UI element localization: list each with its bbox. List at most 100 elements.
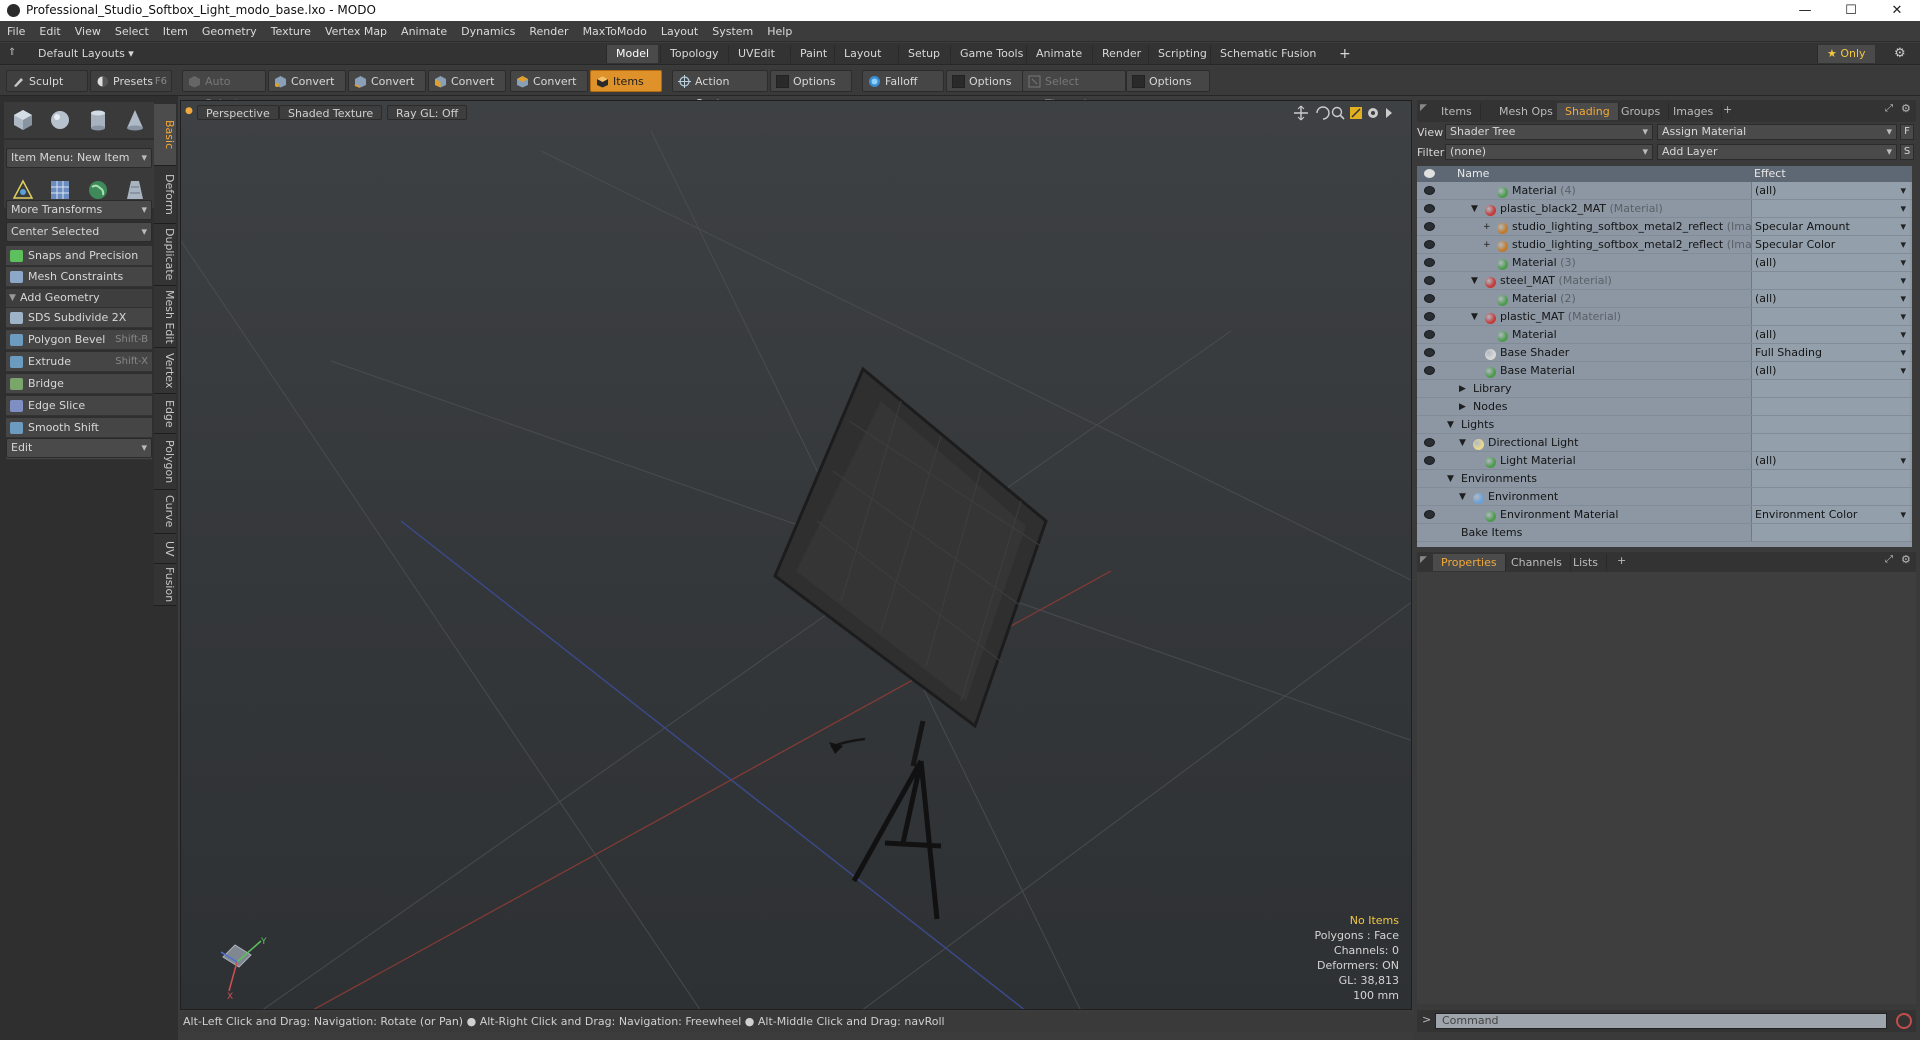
vtab-fusion[interactable]: Fusion (154, 564, 176, 606)
effect-cell[interactable]: Environment Color (1751, 506, 1910, 524)
tool-edge-slice[interactable]: Edge Slice (6, 396, 152, 416)
effect-cell[interactable]: (all) (1751, 182, 1910, 200)
tool-sds-subdivide-2x[interactable]: SDS Subdivide 2X (6, 308, 152, 328)
visibility-eye-icon[interactable] (1424, 186, 1435, 195)
panel-gear-icon[interactable]: ⚙ (1901, 102, 1911, 115)
shader-tree-row[interactable]: Base Material (all) (1417, 362, 1912, 380)
shader-tree-row[interactable]: Material (4) (all) (1417, 182, 1912, 200)
expand-toggle-icon[interactable]: ▼ (1471, 272, 1478, 290)
shader-tree-row[interactable]: ▼ plastic_MAT (Material) (1417, 308, 1912, 326)
effect-cell[interactable]: Specular Color (1751, 236, 1910, 254)
visibility-eye-icon[interactable] (1424, 312, 1435, 321)
convert-button-4[interactable]: Convert (510, 70, 588, 92)
layout-tab-render[interactable]: Render (1092, 45, 1150, 63)
shader-tree[interactable]: Name Effect Material (4) (all) ▼ plastic_bl… (1417, 166, 1912, 547)
layout-tab-layout[interactable]: Layout (834, 45, 890, 63)
tool-smooth-shift[interactable]: Smooth Shift (6, 418, 152, 438)
panel-menu-icon[interactable]: ◤ (1420, 103, 1427, 113)
shader-tree-row[interactable]: ▼ Environments (1417, 470, 1912, 488)
expand-toggle-icon[interactable]: ▼ (1459, 488, 1466, 506)
menu-vertex-map[interactable]: Vertex Map (318, 21, 394, 42)
transform-icon[interactable] (11, 178, 35, 202)
visibility-eye-icon[interactable] (1424, 276, 1435, 285)
close-button[interactable]: ✕ (1874, 0, 1920, 21)
layout-tab-scripting[interactable]: Scripting (1148, 45, 1216, 63)
effect-cell[interactable]: Full Shading (1751, 344, 1910, 362)
maximize-button[interactable]: ☐ (1828, 0, 1874, 21)
shader-tree-row[interactable]: Bake Items (1417, 524, 1912, 542)
options-button-3[interactable]: Options (1126, 70, 1210, 92)
command-input[interactable]: Command (1435, 1013, 1887, 1029)
shader-tree-row[interactable]: ▼ plastic_black2_MAT (Material) (1417, 200, 1912, 218)
right-tab-groups[interactable]: Groups (1613, 103, 1670, 120)
menu-view[interactable]: View (68, 21, 108, 42)
expand-toggle-icon[interactable]: + (1483, 236, 1491, 254)
vtab-curve[interactable]: Curve (154, 490, 176, 534)
layout-tab-setup[interactable]: Setup (898, 45, 949, 63)
shader-tree-row[interactable]: ▼ Directional Light (1417, 434, 1912, 452)
layout-tab-animate[interactable]: Animate (1026, 45, 1091, 63)
convert-button-1[interactable]: Convert (268, 70, 346, 92)
softbox-model[interactable] (773, 366, 1048, 920)
layout-arrow-icon[interactable]: ⇑ (8, 47, 16, 58)
options-button-1[interactable]: Options (770, 70, 852, 92)
globe-icon[interactable] (86, 178, 110, 202)
add-layer-select[interactable]: Add Layer (1657, 144, 1897, 160)
shader-tree-row[interactable]: ▼ Lights (1417, 416, 1912, 434)
layout-tab-schematic-fusion[interactable]: Schematic Fusion (1210, 45, 1325, 63)
shader-tree-row[interactable]: Material (2) (all) (1417, 290, 1912, 308)
props-gear-icon[interactable]: ⚙ (1901, 553, 1911, 566)
shader-tree-row[interactable]: + studio_lighting_softbox_metal2_reflect … (1417, 236, 1912, 254)
menu-texture[interactable]: Texture (264, 21, 318, 42)
f-key-button[interactable]: F (1900, 124, 1914, 140)
menu-file[interactable]: File (0, 21, 32, 42)
effect-cell[interactable]: (all) (1751, 254, 1910, 272)
props-tab-properties[interactable]: Properties (1433, 554, 1506, 571)
menu-maxtomodo[interactable]: MaxToModo (576, 21, 654, 42)
menu-animate[interactable]: Animate (394, 21, 454, 42)
cylinder-primitive-icon[interactable] (86, 108, 110, 132)
expand-toggle-icon[interactable]: ▼ (1459, 434, 1466, 452)
add-props-tab-button[interactable]: + (1617, 554, 1626, 567)
minimize-button[interactable]: — (1782, 0, 1828, 21)
menu-layout[interactable]: Layout (654, 21, 705, 42)
s-key-button[interactable]: S (1900, 144, 1914, 160)
lathe-icon[interactable] (123, 178, 147, 202)
shader-tree-row[interactable]: ▶ Library (1417, 380, 1912, 398)
add-layout-tab-button[interactable]: + (1330, 45, 1360, 63)
vtab-uv[interactable]: UV (154, 534, 176, 564)
effect-cell[interactable] (1751, 200, 1910, 218)
menu-help[interactable]: Help (760, 21, 799, 42)
tool-extrude[interactable]: Extrude Shift-X (6, 352, 152, 372)
visibility-eye-icon[interactable] (1424, 222, 1435, 231)
visibility-eye-icon[interactable] (1424, 294, 1435, 303)
vtab-mesh-edit[interactable]: Mesh Edit (154, 286, 176, 348)
assign-material-button[interactable]: Assign Material (1657, 124, 1897, 140)
effect-cell[interactable]: Specular Amount (1751, 218, 1910, 236)
menu-render[interactable]: Render (522, 21, 575, 42)
shader-tree-row[interactable]: Light Material (all) (1417, 452, 1912, 470)
add-geometry-header[interactable]: ▼ Add Geometry (6, 289, 152, 307)
effect-cell[interactable]: (all) (1751, 362, 1910, 380)
falloff-button[interactable]: Falloff (862, 70, 944, 92)
expand-toggle-icon[interactable]: ▼ (1471, 308, 1478, 326)
visibility-eye-icon[interactable] (1424, 330, 1435, 339)
action-center-button[interactable]: Action Center (672, 70, 768, 110)
layout-tab-model[interactable]: Model (606, 45, 659, 63)
menu-item[interactable]: Item (156, 21, 195, 42)
effect-cell[interactable] (1751, 272, 1910, 290)
effect-cell[interactable] (1751, 308, 1910, 326)
expand-toggle-icon[interactable]: ▼ (1447, 470, 1454, 488)
name-column-header[interactable]: Name (1457, 166, 1489, 182)
convert-button-3[interactable]: Convert (428, 70, 506, 92)
vtab-edge[interactable]: Edge (154, 394, 176, 434)
vtab-duplicate[interactable]: Duplicate (154, 224, 176, 286)
menu-geometry[interactable]: Geometry (195, 21, 264, 42)
shader-tree-row[interactable]: Base Shader Full Shading (1417, 344, 1912, 362)
right-tab-items[interactable]: Items (1433, 103, 1481, 120)
layout-tab-topology[interactable]: Topology (660, 45, 728, 63)
sculpt-button[interactable]: Sculpt (6, 70, 88, 92)
layout-tab-uvedit[interactable]: UVEdit (728, 45, 784, 63)
visibility-eye-icon[interactable] (1424, 348, 1435, 357)
visibility-eye-icon[interactable] (1424, 456, 1435, 465)
